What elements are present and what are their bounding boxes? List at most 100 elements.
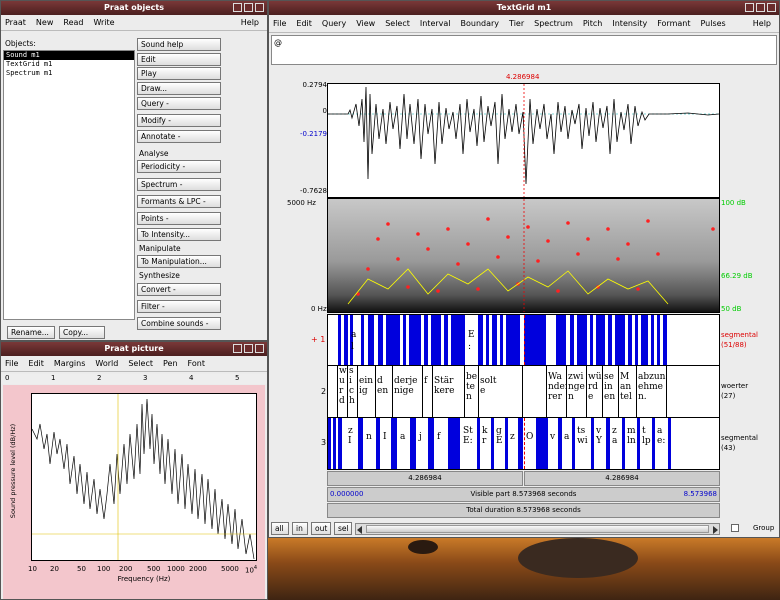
close-icon[interactable]: [767, 3, 776, 12]
query-button[interactable]: Query -: [137, 97, 221, 110]
menu-interval[interactable]: Interval: [420, 19, 451, 28]
word-7[interactable]: Stär kere: [433, 366, 465, 417]
interval-text-field[interactable]: @: [271, 35, 777, 65]
visible-part-bar[interactable]: 0.000000 Visible part 8.573968 seconds 8…: [327, 487, 720, 502]
word-1[interactable]: wurd: [338, 366, 348, 417]
points-button[interactable]: Points -: [137, 212, 221, 225]
seg-11[interactable]: O: [525, 418, 535, 469]
word-12[interactable]: wü rd e: [587, 366, 603, 417]
objects-list[interactable]: Sound m1 TextGrid m1 Spectrum m1: [3, 50, 135, 320]
maximize-icon[interactable]: [756, 3, 765, 12]
word-13[interactable]: se in en: [603, 366, 619, 417]
out-button[interactable]: out: [311, 522, 331, 535]
menu-edit[interactable]: Edit: [296, 19, 312, 28]
seg-7[interactable]: St E:: [462, 418, 476, 469]
sound-help-button[interactable]: Sound help: [137, 38, 221, 51]
seg-18[interactable]: t lp: [641, 418, 651, 469]
word-5[interactable]: derje nige: [393, 366, 423, 417]
word-8[interactable]: be te n: [465, 366, 479, 417]
menu-font[interactable]: Font: [188, 359, 205, 368]
menu-select[interactable]: Select: [128, 359, 153, 368]
menu-intensity[interactable]: Intensity: [612, 19, 647, 28]
time-bar-right[interactable]: 4.286984: [524, 471, 720, 486]
seg-16[interactable]: za: [611, 418, 621, 469]
menu-help[interactable]: Help: [241, 18, 259, 27]
seg-14[interactable]: ts wi: [576, 418, 590, 469]
play-button[interactable]: Play: [137, 67, 221, 80]
picture-canvas[interactable]: Sound pressure level (dB/Hz) 10 20 50 10…: [3, 385, 265, 599]
seg-15[interactable]: vY: [595, 418, 605, 469]
menu-read[interactable]: Read: [63, 18, 83, 27]
rename-button[interactable]: Rename...: [7, 326, 55, 339]
sel-button[interactable]: sel: [334, 522, 352, 535]
to-intensity-button[interactable]: To Intensity...: [137, 228, 221, 241]
menu-new[interactable]: New: [36, 18, 53, 27]
seg-12[interactable]: v: [549, 418, 557, 469]
word-2[interactable]: sich: [348, 366, 358, 417]
minimize-icon[interactable]: [233, 344, 242, 353]
menu-edit[interactable]: Edit: [28, 359, 44, 368]
scroll-right-arrow-icon[interactable]: [713, 526, 718, 534]
menu-world[interactable]: World: [95, 359, 118, 368]
to-manipulation-button[interactable]: To Manipulation...: [137, 255, 221, 268]
word-14[interactable]: Man tel: [619, 366, 637, 417]
object-item-spectrum[interactable]: Spectrum m1: [4, 69, 134, 78]
convert-button[interactable]: Convert -: [137, 283, 221, 296]
seg-13[interactable]: a: [563, 418, 571, 469]
time-bar-left[interactable]: 4.286984: [327, 471, 523, 486]
all-button[interactable]: all: [271, 522, 289, 535]
total-duration-bar[interactable]: Total duration 8.573968 seconds: [327, 503, 720, 518]
object-item-sound[interactable]: Sound m1: [4, 51, 134, 60]
maximize-icon[interactable]: [244, 3, 253, 12]
menu-pitch[interactable]: Pitch: [583, 19, 602, 28]
tier3-panel[interactable]: zI n I a j f St E: kr gE z O v a ts wi vY …: [327, 418, 720, 470]
word-3[interactable]: ein ig: [358, 366, 376, 417]
tier2-panel[interactable]: wurd sich ein ig d en derje nige f Stär kere…: [327, 366, 720, 418]
seg-3[interactable]: I: [382, 418, 390, 469]
menu-write[interactable]: Write: [93, 18, 114, 27]
word-15[interactable]: abzun ehme n.: [637, 366, 667, 417]
minimize-icon[interactable]: [233, 3, 242, 12]
menu-file[interactable]: File: [5, 359, 18, 368]
menu-tier[interactable]: Tier: [509, 19, 524, 28]
group-checkbox[interactable]: [731, 524, 739, 532]
seg-8[interactable]: kr: [481, 418, 490, 469]
edit-button[interactable]: Edit: [137, 53, 221, 66]
word-4[interactable]: d en: [376, 366, 393, 417]
picture-titlebar[interactable]: Praat picture: [1, 342, 267, 356]
menu-pulses[interactable]: Pulses: [700, 19, 725, 28]
menu-praat[interactable]: Praat: [5, 18, 26, 27]
seg-5[interactable]: j: [418, 418, 428, 469]
word-9[interactable]: solt e: [479, 366, 523, 417]
seg-19[interactable]: a e:: [656, 418, 668, 469]
scroll-thumb[interactable]: [366, 525, 709, 533]
seg-9[interactable]: gE: [495, 418, 504, 469]
seg-10[interactable]: z: [509, 418, 518, 469]
word-11[interactable]: zwi nge n: [567, 366, 587, 417]
menu-boundary[interactable]: Boundary: [461, 19, 500, 28]
objects-titlebar[interactable]: Praat objects: [1, 1, 267, 15]
formants-lpc-button[interactable]: Formants & LPC -: [137, 195, 221, 208]
seg-2[interactable]: n: [365, 418, 375, 469]
close-icon[interactable]: [255, 3, 264, 12]
menu-select[interactable]: Select: [385, 19, 410, 28]
menu-spectrum[interactable]: Spectrum: [534, 19, 573, 28]
tier1-panel[interactable]: al E:: [327, 314, 720, 366]
spectrogram-panel[interactable]: [327, 198, 720, 313]
word-6[interactable]: f: [423, 366, 433, 417]
menu-formant[interactable]: Formant: [657, 19, 690, 28]
seg-1[interactable]: zI: [347, 418, 357, 469]
textgrid-titlebar[interactable]: TextGrid m1: [269, 1, 779, 15]
menu-query[interactable]: Query: [322, 19, 346, 28]
waveform-panel[interactable]: [327, 83, 720, 198]
seg-6[interactable]: f: [436, 418, 446, 469]
object-item-textgrid[interactable]: TextGrid m1: [4, 60, 134, 69]
minimize-icon[interactable]: [745, 3, 754, 12]
menu-view[interactable]: View: [356, 19, 375, 28]
horizontal-scrollbar[interactable]: [355, 523, 720, 535]
scroll-left-arrow-icon[interactable]: [357, 526, 362, 534]
menu-help[interactable]: Help: [753, 19, 771, 28]
menu-file[interactable]: File: [273, 19, 286, 28]
copy-button[interactable]: Copy...: [59, 326, 105, 339]
draw-button[interactable]: Draw...: [137, 82, 221, 95]
